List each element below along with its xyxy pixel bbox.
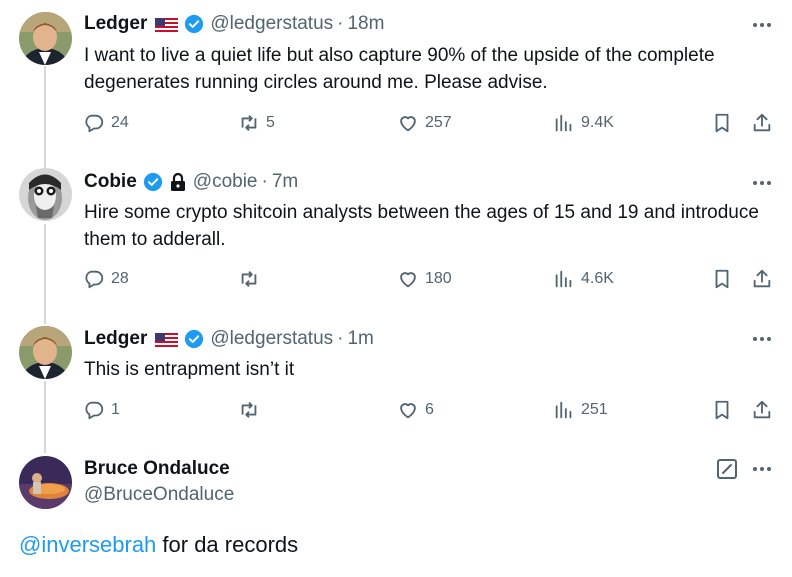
share-button[interactable] — [751, 112, 773, 134]
like-icon — [400, 272, 416, 288]
views-button[interactable]: 4.6K — [553, 268, 614, 290]
action-bar: 24 5 257 9.4K — [80, 112, 780, 138]
share-icon — [753, 113, 771, 132]
separator: · — [337, 13, 344, 34]
author-name[interactable]: Bruce Ondaluce — [84, 458, 230, 480]
like-button[interactable]: 257 — [397, 112, 452, 134]
retweet-count: 5 — [266, 114, 275, 131]
reply-button[interactable]: 1 — [83, 399, 120, 421]
share-icon — [753, 400, 771, 419]
like-count: 257 — [425, 114, 452, 131]
thread-connector — [44, 66, 46, 168]
verified-badge-icon — [143, 172, 163, 192]
tweet-header: Ledger @ledgerstatus · 1m — [84, 328, 374, 350]
bookmark-icon — [715, 113, 729, 133]
reply-button[interactable]: 24 — [83, 112, 129, 134]
view-count: 4.6K — [581, 270, 614, 287]
retweet-button[interactable]: 5 — [238, 112, 275, 134]
author-handle[interactable]: @BruceOndaluce — [84, 484, 234, 506]
views-button[interactable]: 9.4K — [553, 112, 614, 134]
author-name[interactable]: Cobie — [84, 171, 137, 193]
tweet-text: This is entrapment isn’t it — [84, 359, 295, 380]
more-icon[interactable] — [751, 328, 773, 350]
separator: · — [261, 171, 268, 192]
author-handle[interactable]: @ledgerstatus — [210, 328, 333, 350]
views-button[interactable]: 251 — [553, 399, 608, 421]
reply-count: 1 — [111, 401, 120, 418]
author-handle[interactable]: @ledgerstatus — [210, 13, 333, 35]
share-button[interactable] — [751, 399, 773, 421]
verified-badge-icon — [184, 14, 204, 34]
like-button[interactable]: 6 — [397, 399, 434, 421]
reply-text: @inversebrah for da records — [19, 532, 298, 558]
views-icon — [555, 114, 572, 132]
reply-body-text: for da records — [156, 532, 299, 557]
action-bar: 1 6 251 — [80, 399, 780, 425]
timestamp[interactable]: 1m — [347, 328, 373, 350]
views-icon — [555, 270, 572, 288]
like-count: 180 — [425, 270, 452, 287]
action-bar: 28 180 4.6K — [80, 268, 780, 294]
bookmark-icon — [715, 400, 729, 420]
author-name[interactable]: Ledger — [84, 13, 147, 35]
avatar[interactable] — [19, 326, 72, 379]
reply-header: Bruce Ondaluce — [84, 458, 230, 480]
reply-icon — [85, 114, 104, 133]
reply-icon — [85, 270, 104, 289]
more-icon[interactable] — [751, 172, 773, 194]
thread-connector — [44, 224, 46, 324]
bookmark-icon — [715, 269, 729, 289]
like-count: 6 — [425, 401, 434, 418]
like-button[interactable]: 180 — [397, 268, 452, 290]
like-icon — [400, 116, 416, 132]
retweet-icon — [241, 402, 257, 418]
tweet-text: I want to live a quiet life but also cap… — [84, 45, 715, 93]
tweet-header: Cobie @cobie · 7m — [84, 171, 298, 193]
author-handle[interactable]: @cobie — [193, 171, 258, 193]
bookmark-button[interactable] — [711, 268, 733, 290]
separator: · — [337, 328, 344, 349]
bookmark-button[interactable] — [711, 399, 733, 421]
bookmark-button[interactable] — [711, 112, 733, 134]
author-name[interactable]: Ledger — [84, 328, 147, 350]
edit-icon[interactable] — [716, 458, 738, 480]
share-button[interactable] — [751, 268, 773, 290]
retweet-icon — [241, 271, 257, 287]
avatar[interactable] — [19, 12, 72, 65]
view-count: 9.4K — [581, 114, 614, 131]
avatar[interactable] — [19, 168, 72, 221]
view-count: 251 — [581, 401, 608, 418]
more-icon[interactable] — [751, 458, 773, 480]
share-icon — [753, 269, 771, 288]
mention-link[interactable]: @inversebrah — [19, 532, 156, 557]
reply-icon — [85, 401, 104, 420]
thread-connector — [44, 381, 46, 453]
lock-icon — [169, 172, 187, 192]
timestamp[interactable]: 7m — [272, 171, 298, 193]
views-icon — [555, 401, 572, 419]
flag-us-icon — [155, 332, 179, 348]
retweet-button[interactable] — [238, 399, 266, 421]
tweet-header: Ledger @ledgerstatus · 18m — [84, 13, 384, 35]
tweet-text: Hire some crypto shitcoin analysts betwe… — [84, 202, 759, 250]
reply-count: 24 — [111, 114, 129, 131]
retweet-icon — [241, 115, 257, 131]
timestamp[interactable]: 18m — [347, 13, 384, 35]
retweet-button[interactable] — [238, 268, 266, 290]
avatar[interactable] — [19, 456, 72, 509]
verified-badge-icon — [184, 329, 204, 349]
like-icon — [400, 403, 416, 419]
reply-count: 28 — [111, 270, 129, 287]
more-icon[interactable] — [751, 14, 773, 36]
reply-button[interactable]: 28 — [83, 268, 129, 290]
flag-us-icon — [155, 17, 179, 33]
